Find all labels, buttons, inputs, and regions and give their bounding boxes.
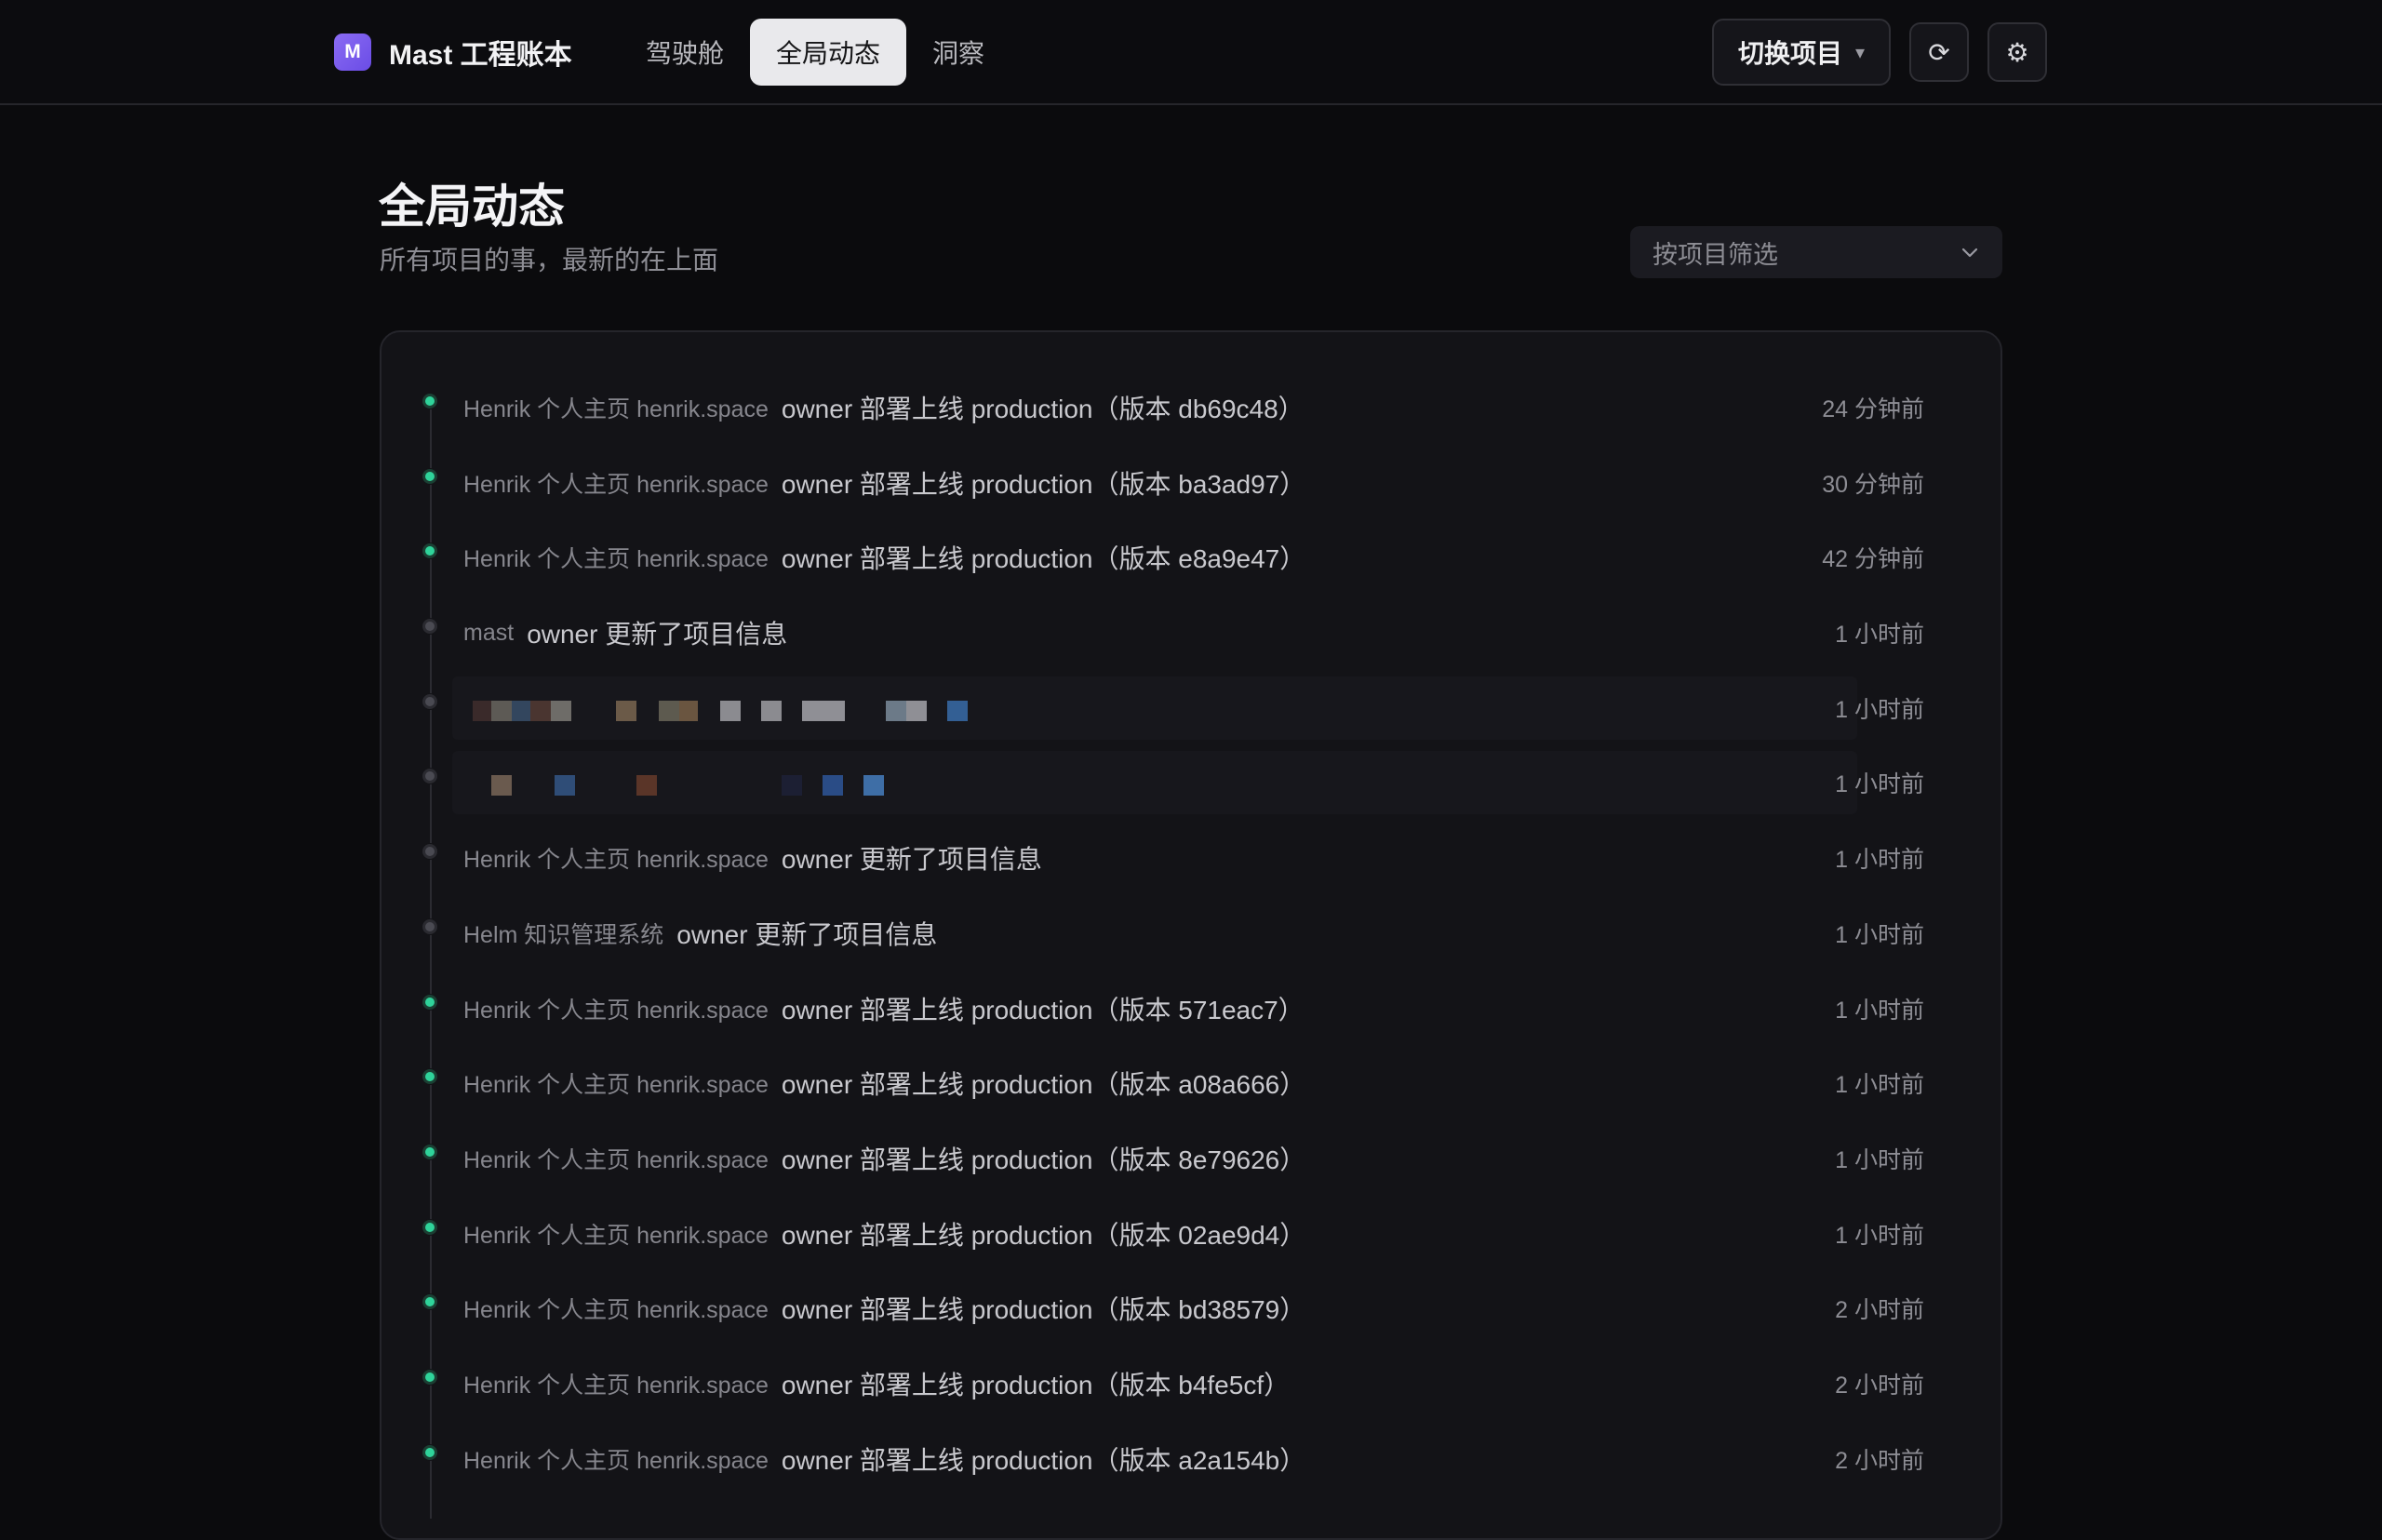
chevron-down-icon [1961, 248, 1978, 258]
feed-item[interactable]: Henrik 个人主页 henrik.space owner 部署上线 prod… [409, 971, 1973, 1047]
feed-item-time: 2 小时前 [1835, 1447, 1924, 1474]
feed-item-time: 2 小时前 [1835, 1372, 1924, 1399]
feed-item[interactable]: Henrik 个人主页 henrik.space owner 部署上线 prod… [409, 1046, 1973, 1121]
feed-item-project[interactable]: Henrik 个人主页 henrik.space [463, 1367, 769, 1400]
feed-item[interactable]: Henrik 个人主页 henrik.space owner 部署上线 prod… [409, 1271, 1973, 1346]
gear-icon: ⚙ [2005, 37, 2029, 67]
feed-item[interactable]: Henrik 个人主页 henrik.space owner 部署上线 prod… [409, 370, 1973, 446]
deploy-dot-icon [422, 1368, 438, 1386]
feed-item-project[interactable]: mast [463, 620, 514, 647]
feed-item-redacted[interactable]: 1 小时前 [409, 671, 1973, 746]
brand[interactable]: M Mast 工程账本 [334, 33, 572, 71]
update-dot-icon [422, 768, 438, 785]
redacted-content [452, 676, 1857, 740]
feed-item-message: owner 部署上线 production（版本 571eac7） [781, 995, 1305, 1024]
feed-item-message: owner 更新了项目信息 [527, 620, 788, 649]
switch-project-button[interactable]: 切换项目 ▾ [1711, 19, 1891, 86]
feed-item-project[interactable]: Henrik 个人主页 henrik.space [463, 992, 769, 1025]
feed-item-time: 2 小时前 [1835, 1297, 1924, 1324]
feed-item-project[interactable]: Henrik 个人主页 henrik.space [463, 466, 769, 500]
caret-down-icon: ▾ [1854, 42, 1865, 63]
feed-item[interactable]: mast owner 更新了项目信息 1 小时前 [409, 596, 1973, 671]
refresh-icon: ⟳ [1928, 37, 1950, 67]
deploy-dot-icon [422, 542, 438, 560]
update-dot-icon [422, 843, 438, 861]
feed-item-project[interactable]: Henrik 个人主页 henrik.space [463, 1217, 769, 1251]
feed-item-time: 1 小时前 [1835, 696, 1924, 723]
nav-actions: 切换项目 ▾ ⟳ ⚙ [1711, 19, 2047, 86]
feed-item-project[interactable]: Henrik 个人主页 henrik.space [463, 541, 769, 574]
project-filter-select[interactable]: 按项目筛选 [1630, 226, 2002, 278]
deploy-dot-icon [422, 1293, 438, 1311]
feed-item[interactable]: Henrik 个人主页 henrik.space owner 部署上线 prod… [409, 1422, 1973, 1497]
feed-item[interactable]: Helm 知识管理系统 owner 更新了项目信息 1 小时前 [409, 896, 1973, 971]
switch-project-label: 切换项目 [1737, 39, 1842, 68]
feed-item-message: owner 部署上线 production（版本 b4fe5cf） [781, 1370, 1291, 1399]
feed-item[interactable]: Henrik 个人主页 henrik.space owner 部署上线 prod… [409, 1346, 1973, 1422]
project-filter-placeholder: 按项目筛选 [1653, 240, 1778, 269]
feed-item-project[interactable]: Henrik 个人主页 henrik.space [463, 1442, 769, 1476]
feed-item[interactable]: Henrik 个人主页 henrik.space owner 部署上线 prod… [409, 446, 1973, 521]
redacted-content [452, 751, 1857, 815]
feed-item-message: owner 部署上线 production（版本 db69c48） [781, 395, 1305, 423]
update-dot-icon [422, 618, 438, 636]
feed-item-time: 24 分钟前 [1822, 396, 1924, 422]
feed-item-message: owner 部署上线 production（版本 8e79626） [781, 1145, 1306, 1174]
feed-item-message: owner 部署上线 production（版本 a2a154b） [781, 1445, 1306, 1475]
page-title: 全局动态 [379, 181, 565, 233]
feed-item-project[interactable]: Henrik 个人主页 henrik.space [463, 1066, 769, 1100]
update-dot-icon [422, 917, 438, 935]
feed-item-time: 30 分钟前 [1822, 471, 1924, 498]
feed-item-message: owner 部署上线 production（版本 e8a9e47） [781, 544, 1306, 574]
deploy-dot-icon [422, 1068, 438, 1086]
main-nav-tabs: 驾驶舱 全局动态 洞察 [620, 19, 1010, 86]
app-name: Mast 工程账本 [389, 40, 572, 71]
feed-item-message: owner 部署上线 production（版本 bd38579） [781, 1295, 1306, 1325]
tab-cockpit[interactable]: 驾驶舱 [620, 19, 750, 86]
feed-item-time: 1 小时前 [1835, 847, 1924, 874]
deploy-dot-icon [422, 467, 438, 485]
feed-item-redacted[interactable]: 1 小时前 [409, 745, 1973, 821]
feed-item-project[interactable]: Henrik 个人主页 henrik.space [463, 391, 769, 424]
feed-item-time: 1 小时前 [1835, 997, 1924, 1024]
tab-insights[interactable]: 洞察 [906, 19, 1010, 86]
deploy-dot-icon [422, 1218, 438, 1236]
deploy-dot-icon [422, 1443, 438, 1461]
feed-item-message: owner 更新了项目信息 [676, 919, 938, 949]
feed-item[interactable]: Henrik 个人主页 henrik.space owner 部署上线 prod… [409, 520, 1973, 596]
tab-global-activity[interactable]: 全局动态 [750, 19, 907, 86]
deploy-dot-icon [422, 993, 438, 1011]
refresh-button[interactable]: ⟳ [1909, 22, 1969, 82]
feed-item-project[interactable]: Helm 知识管理系统 [463, 917, 663, 950]
app-logo-icon: M [334, 33, 371, 71]
deploy-dot-icon [422, 1143, 438, 1160]
feed-item-time: 1 小时前 [1835, 771, 1924, 798]
feed-item-time: 1 小时前 [1835, 622, 1924, 649]
page-subtitle: 所有项目的事，最新的在上面 [380, 246, 719, 275]
top-nav-bar: M Mast 工程账本 驾驶舱 全局动态 洞察 切换项目 ▾ ⟳ ⚙ [0, 0, 2382, 105]
feed-item-time: 42 分钟前 [1822, 546, 1924, 573]
feed-item-project[interactable]: Henrik 个人主页 henrik.space [463, 1292, 769, 1325]
feed-item-message: owner 部署上线 production（版本 02ae9d4） [781, 1220, 1306, 1250]
feed-item-project[interactable]: Henrik 个人主页 henrik.space [463, 1142, 769, 1175]
feed-item[interactable]: Henrik 个人主页 henrik.space owner 更新了项目信息 1… [409, 821, 1973, 896]
settings-button[interactable]: ⚙ [1987, 22, 2047, 82]
feed-item-message: owner 部署上线 production（版本 ba3ad97） [781, 469, 1306, 499]
feed-item[interactable]: Henrik 个人主页 henrik.space owner 部署上线 prod… [409, 1121, 1973, 1197]
feed-item-time: 1 小时前 [1835, 1222, 1924, 1249]
feed-item[interactable]: Henrik 个人主页 henrik.space owner 部署上线 prod… [409, 1197, 1973, 1272]
feed-item-message: owner 更新了项目信息 [781, 845, 1042, 875]
feed-item-message: owner 部署上线 production（版本 a08a666） [781, 1070, 1306, 1100]
feed-item-time: 1 小时前 [1835, 1146, 1924, 1173]
feed-item-time: 1 小时前 [1835, 921, 1924, 948]
feed-item-time: 1 小时前 [1835, 1072, 1924, 1099]
update-dot-icon [422, 692, 438, 710]
activity-feed: Henrik 个人主页 henrik.space owner 部署上线 prod… [409, 370, 1973, 1496]
feed-item-project[interactable]: Henrik 个人主页 henrik.space [463, 841, 769, 875]
deploy-dot-icon [422, 393, 438, 409]
